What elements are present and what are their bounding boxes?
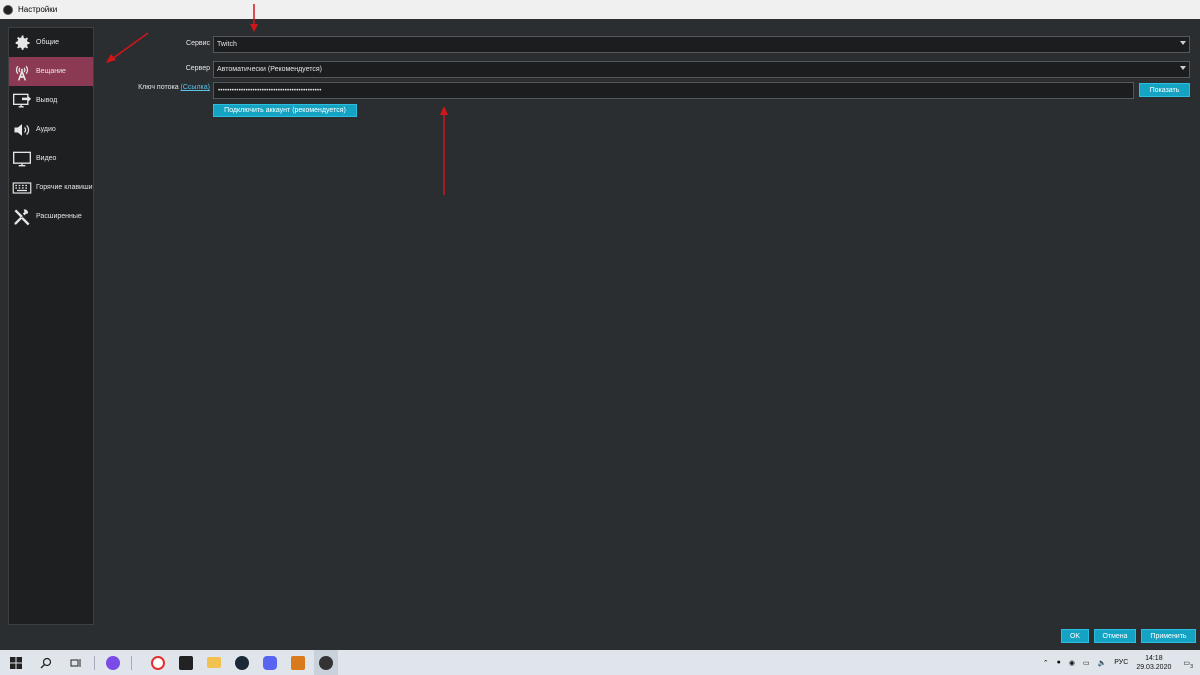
- window-titlebar: Настройки: [0, 0, 1200, 19]
- sidebar-item-audio[interactable]: Аудио: [9, 115, 93, 144]
- system-tray: ⌃ ● ◉ ▭ 🔈 РУС 14:18 29.03.2020 ▭ 3: [1039, 650, 1200, 675]
- stream-key-value: ••••••••••••••••••••••••••••••••••••••••…: [218, 87, 322, 94]
- tools-icon: [11, 206, 33, 228]
- apply-button[interactable]: Применить: [1141, 629, 1196, 643]
- discord-icon[interactable]: [258, 650, 282, 675]
- annotation-arrow-sidebar: [106, 32, 149, 63]
- keyboard-icon: [11, 177, 33, 199]
- obs-app-icon: [3, 4, 13, 15]
- window-title: Настройки: [18, 5, 58, 14]
- sidebar-item-label: Вещание: [36, 68, 66, 75]
- sidebar-item-label: Аудио: [36, 126, 56, 133]
- ok-button[interactable]: OK: [1061, 629, 1089, 643]
- sidebar-item-hotkeys[interactable]: Горячие клавиши: [9, 173, 93, 202]
- steam-tray-icon[interactable]: ◉: [1069, 659, 1075, 667]
- sidebar-item-output[interactable]: Вывод: [9, 86, 93, 115]
- sidebar-item-label: Горячие клавиши: [36, 184, 93, 191]
- server-label: Сервер: [185, 65, 210, 72]
- annotation-arrow-service: [250, 4, 258, 32]
- steam-icon[interactable]: [230, 650, 254, 675]
- sidebar-item-general[interactable]: Общие: [9, 28, 93, 57]
- notification-center-icon[interactable]: ▭ 3: [1183, 659, 1193, 670]
- cancel-button[interactable]: Отмена: [1094, 629, 1136, 643]
- taskbar-divider: [94, 655, 95, 670]
- csgo-icon[interactable]: [286, 650, 310, 675]
- taskbar-divider: [131, 655, 132, 670]
- sidebar-item-label: Общие: [36, 39, 60, 46]
- connect-account-button[interactable]: Подключить аккаунт (рекомендуется): [213, 104, 357, 117]
- sidebar-item-video[interactable]: Видео: [9, 144, 93, 173]
- alice-icon[interactable]: [101, 650, 125, 675]
- windows-taskbar: ⌃ ● ◉ ▭ 🔈 РУС 14:18 29.03.2020 ▭ 3: [0, 650, 1200, 675]
- chevron-down-icon: [1180, 66, 1186, 70]
- file-explorer-icon[interactable]: [202, 650, 226, 675]
- sidebar-item-advanced[interactable]: Расширенные: [9, 202, 93, 231]
- service-label: Сервис: [186, 40, 210, 47]
- monitor-icon: [11, 148, 33, 170]
- stream-key-label: Ключ потока: [138, 84, 179, 91]
- stream-key-label-group: Ключ потока (Ссылка): [120, 84, 210, 91]
- task-view-icon[interactable]: [64, 650, 88, 675]
- clock-time: 14:18: [1145, 654, 1163, 662]
- language-indicator[interactable]: РУС: [1114, 659, 1128, 666]
- server-select-value: Автоматически (Рекомендуется): [217, 66, 322, 73]
- sidebar-item-label: Видео: [36, 155, 57, 162]
- network-icon[interactable]: ▭: [1083, 659, 1090, 667]
- windows-start-icon[interactable]: [4, 650, 28, 675]
- server-select[interactable]: Автоматически (Рекомендуется): [213, 61, 1190, 78]
- settings-sidebar: Общие Вещание Вывод Аудио Видео Горячие …: [8, 27, 94, 625]
- chevron-up-icon[interactable]: ⌃: [1043, 659, 1049, 667]
- sidebar-item-label: Вывод: [36, 97, 58, 104]
- show-key-button[interactable]: Показать: [1139, 83, 1190, 97]
- gear-icon: [11, 32, 33, 54]
- service-select[interactable]: Twitch: [213, 36, 1190, 53]
- sidebar-item-label: Расширенные: [36, 213, 82, 220]
- clock-date: 29.03.2020: [1136, 663, 1172, 671]
- annotation-arrow-key: [440, 106, 448, 195]
- search-icon[interactable]: [34, 650, 58, 675]
- epic-games-icon[interactable]: [174, 650, 198, 675]
- notification-count: 3: [1190, 663, 1193, 670]
- clock[interactable]: 14:18 29.03.2020: [1136, 654, 1171, 672]
- output-icon: [11, 90, 33, 112]
- volume-icon[interactable]: 🔈: [1098, 659, 1107, 667]
- sidebar-item-stream[interactable]: Вещание: [9, 57, 93, 86]
- service-select-value: Twitch: [217, 41, 237, 48]
- broadcast-icon: [11, 61, 33, 83]
- yandex-browser-icon[interactable]: [146, 650, 170, 675]
- stream-key-input[interactable]: ••••••••••••••••••••••••••••••••••••••••…: [213, 82, 1134, 99]
- speaker-icon: [11, 119, 33, 141]
- settings-window: Общие Вещание Вывод Аудио Видео Горячие …: [0, 4, 1200, 650]
- obs-tray-icon[interactable]: ●: [1057, 659, 1061, 666]
- chevron-down-icon: [1180, 41, 1186, 45]
- stream-key-link[interactable]: (Ссылка): [181, 84, 210, 91]
- obs-icon[interactable]: [314, 650, 338, 675]
